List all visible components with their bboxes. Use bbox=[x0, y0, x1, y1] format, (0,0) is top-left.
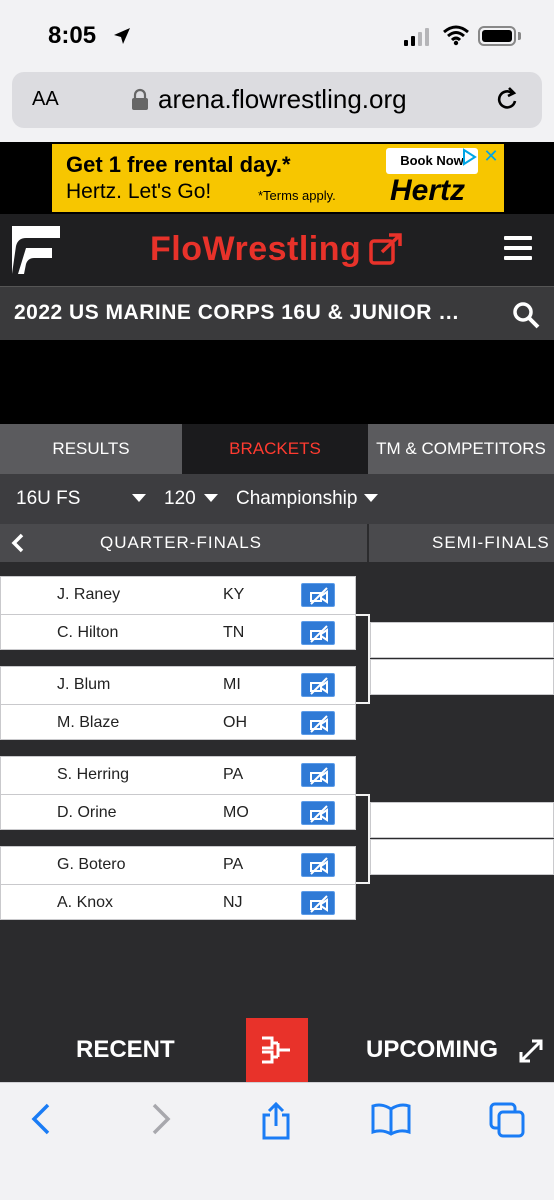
video-off-icon[interactable] bbox=[301, 763, 335, 787]
video-off-icon[interactable] bbox=[301, 801, 335, 825]
brand-title[interactable]: FloWrestling bbox=[150, 230, 361, 269]
browser-chrome: 8:05 AA arena.flowrestling.org bbox=[0, 0, 554, 142]
round-header: QUARTER-FINALS SEMI-FINALS bbox=[0, 524, 554, 562]
chevron-down-icon[interactable] bbox=[364, 494, 378, 502]
match-card[interactable]: G. Botero PA A. Knox NJ bbox=[0, 846, 356, 920]
wrestler-name: G. Botero bbox=[57, 856, 126, 873]
wrestler-state: KY bbox=[223, 586, 245, 603]
recent-button[interactable]: RECENT bbox=[76, 1036, 175, 1064]
video-off-icon[interactable] bbox=[301, 711, 335, 735]
match-card[interactable]: S. Herring PA D. Orine MO bbox=[0, 756, 356, 830]
chevron-left-icon[interactable] bbox=[10, 532, 26, 554]
wrestler-name: S. Herring bbox=[57, 766, 130, 783]
ad-close-icon[interactable]: ✕ bbox=[480, 146, 502, 168]
status-time: 8:05 bbox=[48, 22, 97, 49]
wrestler-name: D. Orine bbox=[57, 804, 117, 821]
tabs-icon[interactable] bbox=[488, 1101, 528, 1141]
semifinal-slot[interactable] bbox=[370, 622, 554, 658]
chevron-down-icon[interactable] bbox=[132, 494, 146, 502]
bookmarks-icon[interactable] bbox=[370, 1101, 412, 1137]
bracket-connector bbox=[356, 794, 370, 884]
match-card[interactable]: J. Blum MI M. Blaze OH bbox=[0, 666, 356, 740]
ad-choices-icon[interactable] bbox=[460, 148, 478, 166]
wrestler-name: J. Blum bbox=[57, 676, 111, 693]
wrestler-name: C. Hilton bbox=[57, 624, 119, 641]
search-icon[interactable] bbox=[512, 301, 540, 329]
wrestler-name: M. Blaze bbox=[57, 714, 120, 731]
wrestler-row[interactable]: J. Raney KY bbox=[1, 577, 355, 613]
video-off-icon[interactable] bbox=[301, 891, 335, 915]
cellular-signal-icon bbox=[404, 28, 429, 46]
wrestler-state: TN bbox=[223, 624, 245, 641]
semifinal-slot[interactable] bbox=[370, 839, 554, 875]
video-placeholder bbox=[0, 340, 554, 424]
video-off-icon[interactable] bbox=[301, 621, 335, 645]
wrestler-state: NJ bbox=[223, 894, 243, 911]
wrestler-state: MI bbox=[223, 676, 241, 693]
battery-icon bbox=[478, 26, 516, 46]
wrestler-state: PA bbox=[223, 856, 244, 873]
event-title: 2022 US MARINE CORPS 16U & JUNIOR … bbox=[14, 301, 460, 324]
wrestler-name: J. Raney bbox=[57, 586, 121, 603]
semifinal-slot[interactable] bbox=[370, 802, 554, 838]
wrestler-state: PA bbox=[223, 766, 244, 783]
wrestler-row[interactable]: M. Blaze OH bbox=[1, 704, 355, 740]
wrestler-row[interactable]: S. Herring PA bbox=[1, 757, 355, 793]
location-arrow-icon bbox=[114, 28, 130, 44]
bracket-connector bbox=[356, 614, 370, 704]
back-icon[interactable] bbox=[28, 1101, 54, 1137]
forward-icon[interactable] bbox=[148, 1101, 174, 1137]
expand-icon[interactable] bbox=[518, 1038, 544, 1064]
url-text[interactable]: arena.flowrestling.org bbox=[158, 84, 407, 115]
bracket: J. Raney KY C. Hilton TN J. Blum MI M. B… bbox=[0, 562, 554, 1018]
style-select[interactable]: 16U FS bbox=[16, 488, 80, 510]
address-bar[interactable]: AA arena.flowrestling.org bbox=[12, 72, 542, 128]
lock-icon bbox=[132, 88, 148, 110]
wrestler-row[interactable]: A. Knox NJ bbox=[1, 884, 355, 920]
round-label-current: QUARTER-FINALS bbox=[100, 533, 262, 552]
video-off-icon[interactable] bbox=[301, 853, 335, 877]
ad-brand-logo: Hertz bbox=[390, 174, 466, 207]
safari-toolbar bbox=[0, 1082, 554, 1200]
ad-terms: *Terms apply. bbox=[258, 188, 336, 203]
section-tabs: RESULTS BRACKETS TM & COMPETITORS bbox=[0, 424, 554, 474]
wrestler-row[interactable]: G. Botero PA bbox=[1, 847, 355, 883]
bracket-icon bbox=[262, 1036, 290, 1064]
wrestler-name: A. Knox bbox=[57, 894, 114, 911]
wrestler-row[interactable]: D. Orine MO bbox=[1, 794, 355, 830]
bracket-select[interactable]: Championship bbox=[236, 488, 357, 510]
bracket-view-button[interactable] bbox=[246, 1018, 308, 1082]
wrestler-row[interactable]: C. Hilton TN bbox=[1, 614, 355, 650]
wifi-icon bbox=[443, 25, 469, 46]
tab-brackets[interactable]: BRACKETS bbox=[182, 424, 368, 474]
ad-headline: Get 1 free rental day.* bbox=[66, 152, 291, 177]
upcoming-button[interactable]: UPCOMING bbox=[366, 1036, 498, 1064]
wrestler-state: MO bbox=[223, 804, 249, 821]
tab-results[interactable]: RESULTS bbox=[0, 424, 182, 474]
weight-select[interactable]: 120 bbox=[164, 488, 196, 510]
video-off-icon[interactable] bbox=[301, 583, 335, 607]
text-size-button[interactable]: AA bbox=[32, 88, 59, 111]
video-off-icon[interactable] bbox=[301, 673, 335, 697]
ad-banner[interactable]: Get 1 free rental day.* Hertz. Let's Go!… bbox=[52, 144, 504, 212]
event-title-bar: 2022 US MARINE CORPS 16U & JUNIOR … bbox=[0, 286, 554, 340]
bracket-bottom-nav: RECENT UPCOMING bbox=[0, 1018, 554, 1082]
bracket-filters: 16U FS 120 Championship bbox=[0, 474, 554, 524]
flo-logo-icon[interactable] bbox=[12, 226, 60, 274]
external-link-icon[interactable] bbox=[368, 232, 404, 268]
wrestler-row[interactable]: J. Blum MI bbox=[1, 667, 355, 703]
ad-tagline: Hertz. Let's Go! bbox=[66, 180, 212, 203]
tab-teams-competitors[interactable]: TM & COMPETITORS bbox=[368, 424, 554, 474]
reload-icon[interactable] bbox=[494, 86, 520, 114]
share-icon[interactable] bbox=[258, 1101, 294, 1141]
chevron-down-icon[interactable] bbox=[204, 494, 218, 502]
semifinal-slot[interactable] bbox=[370, 659, 554, 695]
match-card[interactable]: J. Raney KY C. Hilton TN bbox=[0, 576, 356, 650]
wrestler-state: OH bbox=[223, 714, 247, 731]
site-header: FloWrestling bbox=[0, 214, 554, 286]
hamburger-menu-icon[interactable] bbox=[504, 236, 532, 260]
round-label-next[interactable]: SEMI-FINALS bbox=[432, 533, 550, 553]
